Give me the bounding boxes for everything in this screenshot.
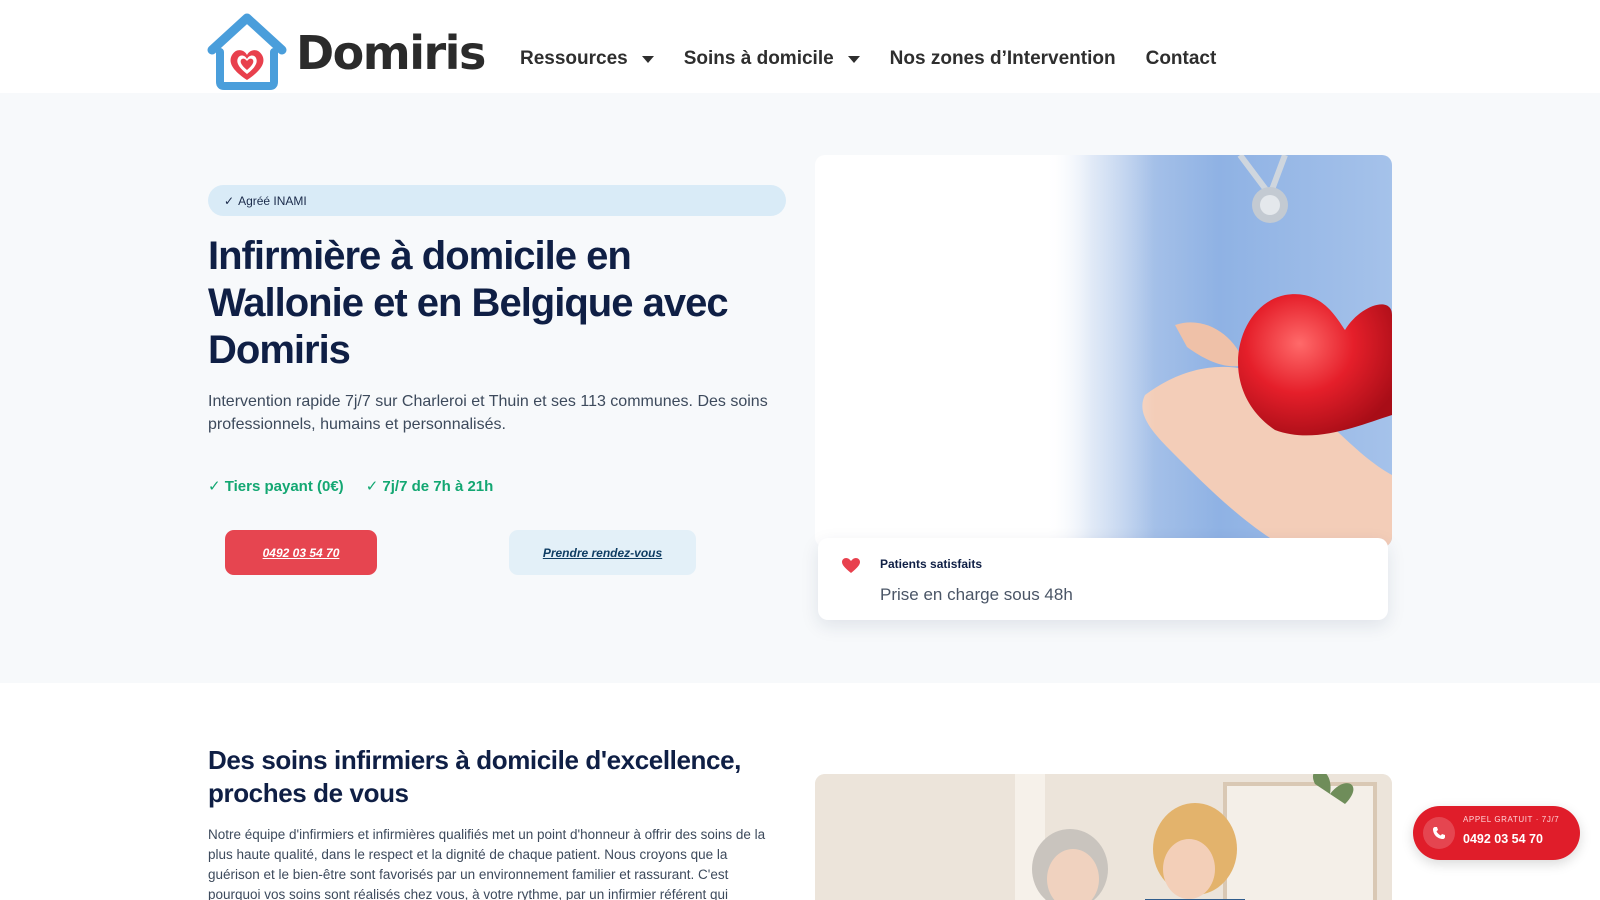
nav-item-soins-a-domicile[interactable]: Soins à domicile — [684, 48, 860, 70]
nav-item-ressources[interactable]: Ressources — [520, 48, 654, 70]
stat-label: Patients satisfaits — [880, 557, 983, 571]
phone-icon — [1423, 817, 1455, 849]
nav-item-label: Nos zones d’Intervention — [889, 48, 1116, 69]
section-text: Notre équipe d'infirmiers et infirmières… — [208, 827, 766, 900]
hero-section: ✓ Agréé INAMI Infirmière à domicile en Wa… — [0, 93, 1600, 683]
page-title: Infirmière à domicile en Wallonie et en … — [208, 234, 729, 372]
call-phone-button[interactable]: 0492 03 54 70 — [225, 530, 377, 575]
phone-glyph — [1433, 827, 1445, 839]
perk-tiers-payant: ✓ Tiers payant (0€) — [208, 478, 344, 495]
nav-item-label: Ressources — [520, 48, 628, 69]
call-kicker: APPEL GRATUIT · 7J/7 — [1463, 815, 1560, 824]
stat-card: Patients satisfaits Prise en charge sous… — [818, 538, 1388, 620]
check-icon: ✓ — [224, 194, 235, 208]
book-appointment-button[interactable]: Prendre rendez-vous — [509, 530, 696, 575]
hero-description: Intervention rapide 7j/7 sur Charleroi e… — [208, 393, 768, 433]
nav-item-label: Soins à domicile — [683, 48, 834, 69]
chevron-down-icon — [641, 55, 654, 63]
nurse-heart-hero-image — [815, 155, 1392, 547]
nurse-heart-illustration — [1045, 155, 1392, 547]
chevron-down-icon — [847, 55, 860, 63]
nav-item-contact[interactable]: Contact — [1146, 48, 1217, 70]
main-nav: Ressources Soins à domicile Nos zones d’… — [520, 48, 1246, 70]
heart-icon — [842, 558, 860, 573]
nurse-patient-image — [815, 774, 1392, 900]
badge-label: Agréé INAMI — [238, 194, 307, 208]
floating-call-button[interactable]: APPEL GRATUIT · 7J/7 0492 03 54 70 — [1413, 806, 1580, 860]
house-heart-logo-icon — [207, 13, 287, 90]
stat-value: Prise en charge sous 48h — [880, 585, 1073, 604]
site-header: Domiris Ressources Soins à domicile Nos … — [0, 0, 1600, 93]
inami-badge: ✓ Agréé INAMI — [208, 185, 786, 216]
call-number: 0492 03 54 70 — [1463, 832, 1543, 846]
nav-item-zones[interactable]: Nos zones d’Intervention — [890, 48, 1116, 70]
nav-item-label: Contact — [1145, 48, 1217, 69]
logo-wordmark: Domiris — [296, 26, 486, 80]
nurse-patient-illustration — [815, 774, 1392, 900]
domiris-logo[interactable]: Domiris — [204, 12, 496, 90]
section-title: Des soins infirmiers à domicile d'excell… — [208, 745, 741, 808]
hero-perks: ✓ Tiers payant (0€) ✓ 7j/7 de 7h à 21h — [208, 477, 515, 495]
perk-hours: ✓ 7j/7 de 7h à 21h — [365, 478, 494, 495]
